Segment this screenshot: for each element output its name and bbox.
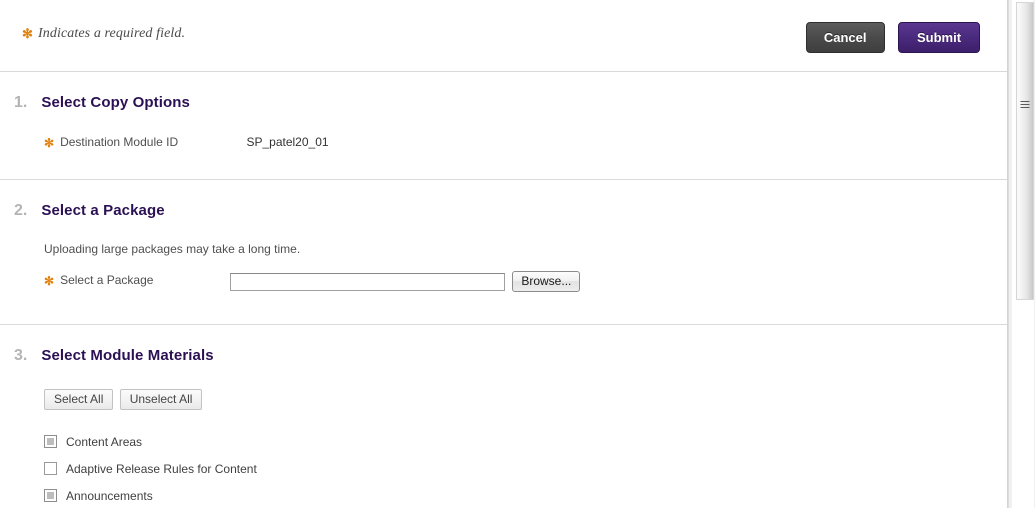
- unselect-all-button[interactable]: Unselect All: [119, 389, 203, 410]
- section-2-number: 2.: [14, 202, 28, 219]
- package-helper-text: Uploading large packages may take a long…: [44, 242, 301, 256]
- list-item[interactable]: Announcements: [44, 482, 1007, 508]
- select-all-button[interactable]: Select All: [44, 389, 114, 410]
- required-field-note-text: Indicates a required field.: [38, 26, 186, 41]
- action-bar: ✻ Indicates a required field. Cancel Subm…: [0, 0, 1007, 72]
- section-1-title: Select Copy Options: [41, 94, 190, 111]
- section-2-header: 2. Select a Package: [0, 180, 1007, 228]
- page-content: ✻ Indicates a required field. Cancel Subm…: [0, 0, 1008, 508]
- submit-button[interactable]: Submit: [898, 22, 980, 53]
- checkbox-announcements[interactable]: [44, 489, 57, 502]
- section-select-module-materials: 3. Select Module Materials Select All Un…: [0, 325, 1007, 508]
- scrollbar-grip-icon: [1020, 101, 1030, 108]
- list-item[interactable]: Content Areas: [44, 428, 1007, 455]
- list-item-label: Adaptive Release Rules for Content: [66, 461, 257, 476]
- section-select-a-package: 2. Select a Package Uploading large pack…: [0, 180, 1007, 325]
- required-field-note: ✻ Indicates a required field.: [22, 26, 185, 42]
- section-1-number: 1.: [14, 94, 28, 111]
- list-item-label: Announcements: [66, 488, 153, 503]
- scrollbar-thumb[interactable]: [1016, 2, 1034, 300]
- vertical-scrollbar[interactable]: [1008, 0, 1035, 508]
- section-3-number: 3.: [14, 347, 28, 364]
- section-2-title: Select a Package: [41, 202, 165, 219]
- browse-button[interactable]: Browse...: [512, 271, 581, 292]
- section-1-header: 1. Select Copy Options: [0, 72, 1007, 120]
- destination-module-id-label: ✻ Destination Module ID: [44, 135, 178, 149]
- checkbox-adaptive-release-rules[interactable]: [44, 462, 57, 475]
- required-asterisk-icon: ✻: [44, 273, 55, 288]
- module-materials-list: Content Areas Adaptive Release Rules for…: [0, 428, 1007, 508]
- select-a-package-row: ✻ Select a Package Browse...: [0, 271, 1007, 294]
- select-a-package-label: ✻ Select a Package: [44, 273, 153, 287]
- section-3-title: Select Module Materials: [41, 347, 214, 364]
- header-button-group: Cancel Submit: [805, 22, 980, 53]
- section-3-header: 3. Select Module Materials: [0, 325, 1007, 373]
- package-file-input[interactable]: [230, 272, 505, 291]
- required-asterisk-icon: ✻: [22, 26, 33, 41]
- checkbox-content-areas[interactable]: [44, 435, 57, 448]
- cancel-button[interactable]: Cancel: [805, 22, 885, 53]
- list-item[interactable]: Adaptive Release Rules for Content: [44, 455, 1007, 482]
- destination-module-id-row: ✻ Destination Module ID SP_patel20_01: [0, 134, 1007, 156]
- scrollbar-track[interactable]: [1012, 0, 1034, 508]
- required-asterisk-icon: ✻: [44, 135, 55, 150]
- section-select-copy-options: 1. Select Copy Options ✻ Destination Modu…: [0, 72, 1007, 180]
- file-picker: Browse...: [230, 271, 581, 292]
- destination-module-id-label-text: Destination Module ID: [60, 134, 179, 149]
- select-a-package-label-text: Select a Package: [60, 272, 154, 287]
- list-item-label: Content Areas: [66, 434, 143, 449]
- materials-toolbar: Select All Unselect All: [0, 389, 1007, 410]
- destination-module-id-value: SP_patel20_01: [246, 134, 329, 149]
